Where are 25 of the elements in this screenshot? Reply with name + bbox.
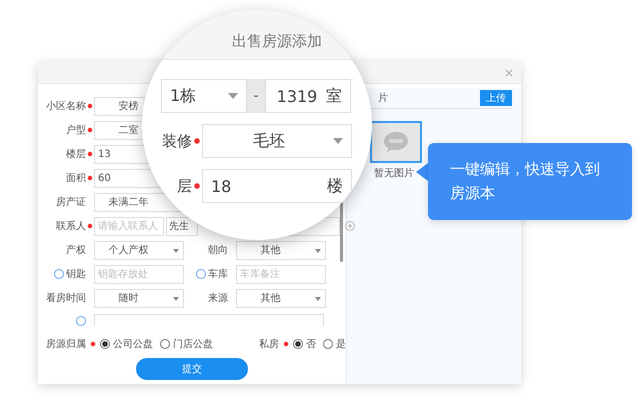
field-label: 联系人 xyxy=(55,220,86,233)
tooltip: 一键编辑，快速导入到房源本 xyxy=(428,143,632,220)
dialog-title: 出售房源添加 xyxy=(232,32,322,51)
option-label: 否 xyxy=(306,338,316,351)
field-label: 户型 xyxy=(65,124,86,137)
field-label: 面积 xyxy=(65,172,86,185)
field-label: 房产证 xyxy=(55,196,86,209)
panel-title: 片 xyxy=(378,92,388,105)
field-label: 车库 xyxy=(208,268,228,281)
option-label: 公司公盘 xyxy=(113,338,153,351)
option-label: 是 xyxy=(336,338,346,351)
field-label: 朝向 xyxy=(207,244,228,257)
option-label: 门店公盘 xyxy=(173,338,213,351)
unit-suffix: 楼 xyxy=(327,176,343,196)
photo-caption: 暂无图片 xyxy=(374,166,414,180)
field-label: 来源 xyxy=(207,292,228,305)
unit-suffix: 室 xyxy=(326,86,342,106)
field-label: 私房 xyxy=(258,338,279,351)
field-label: 小区名称 xyxy=(45,100,86,113)
field-label: 产权 xyxy=(65,244,86,257)
field-label: 看房时间 xyxy=(45,292,86,305)
field-label: 钥匙 xyxy=(66,268,86,281)
separator-addon: - xyxy=(247,79,265,113)
field-label: 楼层 xyxy=(65,148,86,161)
field-label: 房源归属 xyxy=(45,338,86,351)
